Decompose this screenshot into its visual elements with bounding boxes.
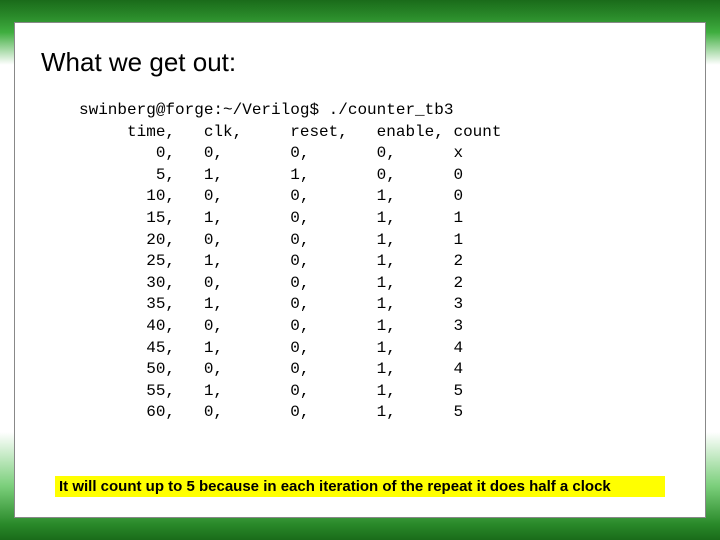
command-line: swinberg@forge:~/Verilog$ ./counter_tb3: [79, 100, 685, 122]
content-panel: What we get out: swinberg@forge:~/Verilo…: [14, 22, 706, 518]
footer-note: It will count up to 5 because in each it…: [55, 476, 665, 497]
slide: What we get out: swinberg@forge:~/Verilo…: [0, 0, 720, 540]
footer-highlight: It will count up to 5 because in each it…: [55, 476, 665, 497]
slide-title: What we get out:: [41, 47, 685, 78]
output-table: time, clk, reset, enable, count 0, 0, 0,…: [79, 122, 685, 424]
